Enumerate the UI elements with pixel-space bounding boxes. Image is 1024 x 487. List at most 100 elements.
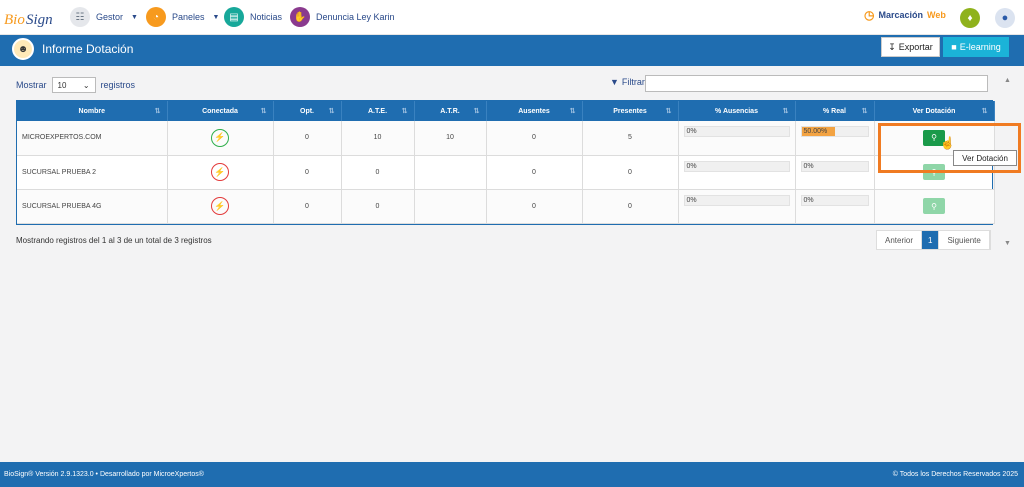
chevron-down-icon: ▼: [131, 13, 138, 21]
col-nombre[interactable]: Nombre ⇅: [17, 101, 168, 121]
cell-pct-ausencias: 0%: [678, 189, 796, 224]
table-row: SUCURSAL PRUEBA 4G ⚡ 0 0 0 0 0% 0% ⚲: [17, 189, 995, 224]
nav-denuncia[interactable]: ✋ Denuncia Ley Karin: [290, 6, 395, 28]
cell-conectada: ⚡: [167, 155, 274, 190]
cell-conectada: ⚡: [167, 189, 274, 224]
page-size-control: Mostrar 10 ⌄ registros: [16, 77, 135, 93]
cell-ausentes: 0: [486, 155, 583, 190]
progress-bar: 50.00%: [800, 126, 869, 137]
nav-gestor[interactable]: ☷ Gestor ▼: [70, 6, 138, 28]
col-ver-dotacion[interactable]: Ver Dotación ⇅: [874, 101, 995, 121]
marcacion-label: Marcación: [878, 10, 924, 20]
report-avatar-icon: ☻: [12, 38, 34, 60]
cell-ate: 0: [341, 155, 415, 190]
export-button[interactable]: ↧ Exportar: [881, 37, 940, 57]
cell-conectada: ⚡: [167, 121, 274, 156]
grid-icon: ☷: [70, 7, 90, 27]
col-pct-ausencias[interactable]: % Ausencias ⇅: [678, 101, 796, 121]
scroll-up-arrow[interactable]: ▲: [1004, 77, 1011, 84]
plug-icon: ⚡: [211, 197, 229, 215]
pager-next-button[interactable]: Siguiente: [939, 231, 990, 249]
user-icon[interactable]: ●: [995, 8, 1015, 28]
cell-nombre: SUCURSAL PRUEBA 2: [17, 155, 168, 190]
sort-icon: ⇅: [401, 108, 408, 115]
cell-pct-real: 0%: [795, 189, 875, 224]
cell-nombre: MICROEXPERTOS.COM: [17, 121, 168, 156]
table-info: Mostrando registros del 1 al 3 de un tot…: [16, 236, 212, 245]
sort-icon: ⇅: [260, 108, 267, 115]
footer-rights: © Todos los Derechos Reservados 2025: [892, 471, 1018, 478]
cell-ate: 0: [341, 189, 415, 224]
sort-icon: ⇅: [569, 108, 576, 115]
progress-bar: 0%: [800, 160, 869, 172]
page-size-value: 10: [57, 80, 67, 90]
search-icon: ⚲: [931, 167, 937, 177]
footer-bar: BioSign® Versión 2.9.1323.0 • Desarrolla…: [0, 462, 1024, 487]
progress-label: 50.00%: [803, 128, 828, 135]
footer-version: BioSign® Versión 2.9.1323.0 • Desarrolla…: [4, 471, 204, 478]
scroll-down-arrow[interactable]: ▼: [1004, 240, 1011, 247]
cell-ausentes: 0: [486, 189, 583, 224]
export-label: Exportar: [898, 42, 933, 52]
pager-prev-button[interactable]: Anterior: [877, 231, 923, 249]
col-conectada[interactable]: Conectada ⇅: [167, 101, 274, 121]
plug-icon: ⚡: [211, 163, 229, 181]
nav-paneles-label: Paneles: [172, 12, 205, 22]
sort-icon: ⇅: [782, 108, 789, 115]
search-icon: ⚲: [931, 201, 937, 211]
filter-input[interactable]: [645, 75, 988, 92]
bell-icon[interactable]: ♦: [960, 8, 980, 28]
search-icon: ⚲: [931, 133, 937, 143]
page-size-select[interactable]: 10 ⌄: [51, 77, 96, 93]
ver-dotacion-button[interactable]: ⚲: [923, 164, 945, 180]
progress-bar: 0%: [800, 194, 869, 206]
cell-pct-real: 0%: [795, 155, 875, 190]
sort-icon: ⇅: [665, 108, 672, 115]
pagination: Anterior 1 Siguiente: [876, 230, 991, 250]
progress-label: 0%: [686, 162, 697, 170]
col-pct-real[interactable]: % Real ⇅: [795, 101, 875, 121]
cell-pct-ausencias: 0%: [678, 155, 796, 190]
page-title: Informe Dotación: [42, 42, 134, 56]
biosign-logo[interactable]: Bio Sign: [4, 5, 60, 31]
page-header: ☻ Informe Dotación ↧ Exportar ■ E-learni…: [0, 35, 1024, 66]
sort-icon: ⇅: [328, 108, 335, 115]
dotacion-table: Nombre ⇅ Conectada ⇅ Opt. ⇅ A.T.E. ⇅ A.T.R. ⇅…: [16, 100, 995, 225]
progress-bar: 0%: [683, 160, 790, 172]
cell-presentes: 0: [582, 189, 679, 224]
cell-pct-ausencias: 0%: [678, 121, 796, 156]
video-icon: ■: [951, 42, 957, 52]
records-label: registros: [100, 80, 136, 90]
newspaper-icon: ▤: [224, 7, 244, 27]
ver-dotacion-tooltip: Ver Dotación: [953, 150, 1017, 166]
cell-pct-real: 50.00%: [795, 121, 875, 156]
cell-atr: [414, 189, 487, 224]
download-icon: ↧: [888, 41, 896, 52]
cell-atr: [414, 155, 487, 190]
sort-icon: ⇅: [473, 108, 480, 115]
filter-label-group: ▼ Filtrar:: [610, 77, 647, 87]
col-ate[interactable]: A.T.E. ⇅: [341, 101, 415, 121]
progress-label: 0%: [686, 196, 697, 204]
col-opt[interactable]: Opt. ⇅: [273, 101, 342, 121]
col-ausentes[interactable]: Ausentes ⇅: [486, 101, 583, 121]
nav-noticias[interactable]: ▤ Noticias: [224, 6, 282, 28]
col-presentes[interactable]: Presentes ⇅: [582, 101, 679, 121]
logo-text-sign: Sign: [26, 12, 53, 28]
progress-bar: 0%: [683, 194, 790, 206]
nav-noticias-label: Noticias: [250, 12, 283, 22]
pager-page-1[interactable]: 1: [922, 231, 940, 249]
nav-denuncia-label: Denuncia Ley Karin: [316, 12, 395, 22]
show-label: Mostrar: [16, 80, 47, 90]
clock-icon: ◷: [864, 8, 875, 22]
chevron-down-icon: ⌄: [82, 80, 90, 90]
col-atr[interactable]: A.T.R. ⇅: [414, 101, 487, 121]
marcacion-web-link[interactable]: ◷ Marcación Web: [864, 8, 946, 22]
cell-nombre: SUCURSAL PRUEBA 4G: [17, 189, 168, 224]
nav-gestor-label: Gestor: [96, 12, 124, 22]
elearning-button[interactable]: ■ E-learning: [943, 37, 1009, 57]
ver-dotacion-button[interactable]: ⚲: [923, 198, 945, 214]
chevron-down-icon: ▼: [212, 13, 220, 21]
nav-paneles[interactable]: ◔ Paneles ▼: [146, 6, 219, 28]
cell-presentes: 5: [582, 121, 679, 156]
